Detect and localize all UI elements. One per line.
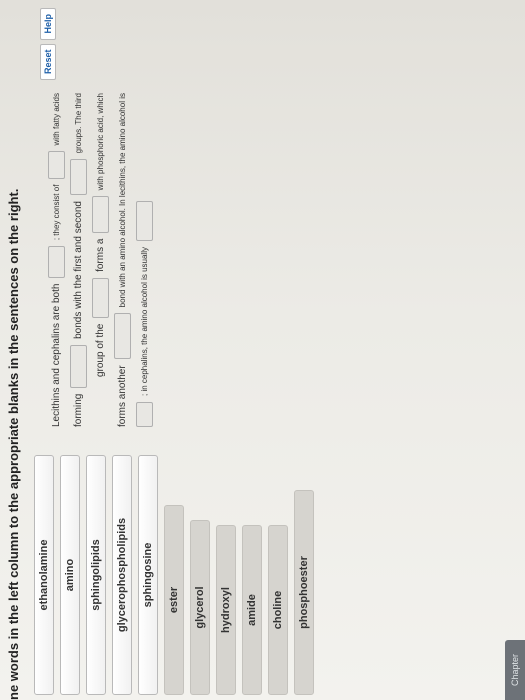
sentence-line-3: group of the forms a with phosphoric aci… (89, 90, 111, 430)
word-chip-glycerophospholipids[interactable]: glycerophospholipids (112, 455, 132, 695)
word-chip-ethanolamine[interactable]: ethanolamine (34, 455, 54, 695)
word-chip-choline[interactable]: choline (268, 525, 288, 695)
word-chip-amide[interactable]: amide (242, 525, 262, 695)
help-button[interactable]: Help (40, 8, 56, 40)
answer-blank-9[interactable] (135, 201, 153, 242)
answer-blank-4[interactable] (69, 159, 87, 196)
answer-blank-6[interactable] (91, 196, 109, 233)
instructions-text: ne words in the left column to the appro… (6, 188, 21, 700)
sentence-line-2: forming bonds with the first and second … (67, 90, 89, 430)
answer-blank-5[interactable] (91, 277, 109, 318)
sentence-text: bonds with the first and second (72, 201, 84, 339)
sentence-text: groups. The third (73, 93, 83, 154)
sentence-text: bond with an amino alcohol. In lecithins… (117, 93, 127, 308)
sentence-line-5: ; in cephalins, the amino alcohol is usu… (133, 90, 155, 430)
sentence-text: Lecithins and cephalins are both (50, 283, 62, 427)
sentence-text: forms another (116, 365, 128, 427)
chapter-tab[interactable]: Chapter (505, 640, 525, 700)
word-chip-amino[interactable]: amino (60, 455, 80, 695)
toolbar: Reset Help (40, 8, 56, 81)
sentence-line-4: forms another bond with an amino alcohol… (111, 90, 133, 430)
sentence-line-1: Lecithins and cephalins are both ; they … (45, 90, 67, 430)
word-bank: ethanolamine amino sphingolipids glycero… (34, 455, 320, 695)
word-chip-sphingosine[interactable]: sphingosine (138, 455, 158, 695)
sentence-text: forming (72, 393, 84, 427)
sentence-text: with phosphoric acid, which (95, 93, 105, 191)
word-chip-ester[interactable]: ester (164, 505, 184, 695)
reset-button[interactable]: Reset (40, 43, 56, 81)
answer-blank-2[interactable] (47, 151, 65, 179)
sentence-area: Lecithins and cephalins are both ; they … (45, 90, 155, 430)
answer-blank-8[interactable] (135, 402, 153, 427)
sentence-text: forms a (94, 238, 106, 272)
word-chip-hydroxyl[interactable]: hydroxyl (216, 525, 236, 695)
word-chip-sphingolipids[interactable]: sphingolipids (86, 455, 106, 695)
answer-blank-7[interactable] (113, 313, 131, 360)
word-chip-glycerol[interactable]: glycerol (190, 520, 210, 695)
sentence-text: ; in cephalins, the amino alcohol is usu… (139, 247, 149, 396)
rotated-screen: ne words in the left column to the appro… (0, 0, 525, 700)
word-chip-phosphoester[interactable]: phosphoester (294, 490, 314, 695)
sentence-text: group of the (94, 323, 106, 377)
answer-blank-3[interactable] (69, 344, 87, 388)
sentence-text: ; they consist of (51, 184, 61, 241)
sentence-text: with fatty acids (51, 93, 61, 146)
answer-blank-1[interactable] (47, 246, 65, 278)
